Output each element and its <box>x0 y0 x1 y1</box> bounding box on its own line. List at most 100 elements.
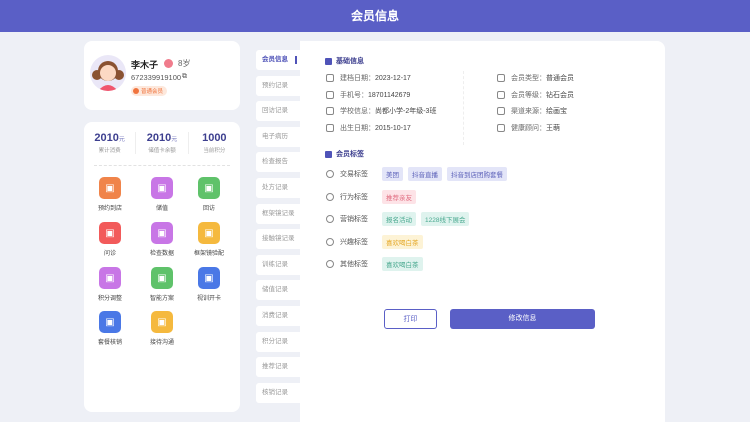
tab-13[interactable]: 核销记录 <box>256 382 300 403</box>
tab-11[interactable]: 积分记录 <box>256 331 300 352</box>
function-image[interactable]: ▣ 检查数据 <box>137 222 187 257</box>
basic-info-heading: 基础信息 <box>325 56 364 66</box>
tab-6[interactable]: 框架镜记录 <box>256 203 300 224</box>
info-value: 普通会员 <box>546 75 574 82</box>
card-icon: ▣ <box>151 177 173 199</box>
tag-row: 其他标签 喜欢喝白茶 <box>326 257 428 271</box>
info-label: 会员等级： <box>511 91 546 99</box>
tag-row: 兴趣标签 喜欢喝白茶 <box>326 234 428 249</box>
avatar <box>90 55 126 91</box>
crown-icon <box>133 88 139 94</box>
tag-category-label: 营销标签 <box>340 216 368 223</box>
member-tags-heading: 会员标签 <box>325 149 364 159</box>
field-icon <box>497 90 505 99</box>
tag-chip: 喜欢喝白茶 <box>382 234 423 249</box>
info-row: 渠道来源：绘画宝 <box>497 106 567 116</box>
tab-3[interactable]: 电子病历 <box>256 126 300 147</box>
function-package[interactable]: ▣ 套餐核销 <box>85 311 135 346</box>
info-field: 手机号：18701142679 <box>340 90 410 100</box>
bookmark-icon <box>325 150 332 158</box>
reception-icon: ▣ <box>151 311 173 333</box>
copy-icon[interactable]: ⧉ <box>182 73 187 81</box>
calendar-icon: ▣ <box>99 177 121 199</box>
info-value: 2015-10-17 <box>375 124 411 132</box>
tab-4[interactable]: 检查报告 <box>256 152 300 173</box>
function-ai[interactable]: ▣ 智能方案 <box>137 267 187 302</box>
database-icon: ▣ <box>99 267 121 289</box>
tag-category-label: 兴趣标签 <box>340 238 368 246</box>
member-info-panel: 基础信息 建档日期：2023-12-17 手机号：18701142679 学校信息：… <box>300 41 665 422</box>
function-database[interactable]: ▣ 积分调整 <box>85 267 135 302</box>
stat-points: 1000 当前积分 <box>202 132 227 154</box>
consult-icon: ▣ <box>99 222 121 244</box>
tab-5[interactable]: 处方记录 <box>256 178 300 198</box>
function-calendar[interactable]: ▣ 预约到店 <box>85 177 135 212</box>
field-icon <box>326 107 334 115</box>
tag-row: 交易标签 美团 抖音直播 抖音到店团购套餐 <box>326 167 512 181</box>
female-icon <box>164 59 173 68</box>
print-button[interactable]: 打印 <box>384 309 437 329</box>
tab-10[interactable]: 消费记录 <box>256 306 300 326</box>
function-consult[interactable]: ▣ 问诊 <box>85 222 135 257</box>
package-icon: ▣ <box>99 311 121 333</box>
tag-category-icon <box>326 237 334 246</box>
function-label: 检查数据 <box>149 251 174 257</box>
info-row: 会员类型：普通会员 <box>497 73 574 83</box>
info-label: 手机号： <box>340 91 368 99</box>
function-label: 框架镜验配 <box>193 251 224 257</box>
field-icon <box>497 123 505 132</box>
window-add-icon: ▣ <box>198 267 220 289</box>
function-window-add[interactable]: ▣ 视训开卡 <box>184 267 234 302</box>
tab-8[interactable]: 训练记录 <box>256 254 300 275</box>
function-label: 回访 <box>202 206 215 212</box>
tag-chip: 美团 <box>382 167 403 181</box>
function-label: 问诊 <box>103 251 116 257</box>
info-field: 学校信息：尚都小学-2年级-3班 <box>340 106 436 116</box>
chat-icon: ▣ <box>198 177 220 199</box>
level-badge-label: 普通会员 <box>141 89 164 95</box>
tag-chip: 推荐亲友 <box>382 189 416 204</box>
profile-card: 李木子 8岁 672339919100 ⧉ 普通会员 <box>84 41 240 110</box>
edit-info-button[interactable]: 修改信息 <box>450 309 595 329</box>
info-value: 王萌 <box>546 124 560 132</box>
field-icon <box>326 123 334 132</box>
tag-chip: 抖音直播 <box>408 167 442 181</box>
tag-row: 行为标签 推荐亲友 <box>326 189 421 204</box>
tab-12[interactable]: 推荐记录 <box>256 357 300 378</box>
info-label: 建档日期： <box>340 75 375 82</box>
tag-category-icon <box>326 192 334 201</box>
function-reception[interactable]: ▣ 接待沟通 <box>137 311 187 346</box>
tab-1[interactable]: 预约记录 <box>256 75 300 96</box>
ai-icon: ▣ <box>151 267 173 289</box>
function-card[interactable]: ▣ 储值 <box>137 177 187 212</box>
function-chat[interactable]: ▣ 回访 <box>184 177 234 212</box>
info-row: 手机号：18701142679 <box>326 90 410 100</box>
info-label: 学校信息： <box>340 108 375 115</box>
tab-0[interactable]: 会员信息 <box>256 50 300 70</box>
function-glasses[interactable]: ▣ 框架镜验配 <box>184 222 234 257</box>
info-field: 渠道来源：绘画宝 <box>511 106 567 116</box>
function-label: 套餐核销 <box>97 340 122 346</box>
tag-category-label: 行为标签 <box>340 193 368 201</box>
stat-total-spend: 2010元 累计消费 <box>84 132 137 154</box>
tag-category-icon <box>326 170 334 178</box>
tab-9[interactable]: 储值记录 <box>256 280 300 301</box>
tag-row: 营销标签 报名活动 1228线下展会 <box>326 212 474 226</box>
function-label: 预约到店 <box>97 206 122 212</box>
tab-7[interactable]: 接触镜记录 <box>256 229 300 250</box>
info-value: 2023-12-17 <box>375 75 411 82</box>
field-icon <box>497 74 505 82</box>
tag-chip: 喜欢喝白茶 <box>382 257 423 271</box>
tag-category-label: 交易标签 <box>340 171 368 178</box>
info-field: 出生日期：2015-10-17 <box>340 123 411 133</box>
stats-row: 2010元 累计消费 2010元 储值卡余额 1000 当前积分 <box>84 132 240 154</box>
tag-category-icon <box>326 215 334 223</box>
image-icon: ▣ <box>151 222 173 244</box>
member-id: 672339919100 <box>131 73 182 82</box>
function-label: 接待沟通 <box>149 340 174 346</box>
tab-2[interactable]: 回访记录 <box>256 101 300 122</box>
info-label: 会员类型： <box>511 75 546 82</box>
member-age: 8岁 <box>178 59 191 68</box>
tag-chip: 抖音到店团购套餐 <box>447 167 507 181</box>
page-title: 会员信息 <box>0 0 750 32</box>
